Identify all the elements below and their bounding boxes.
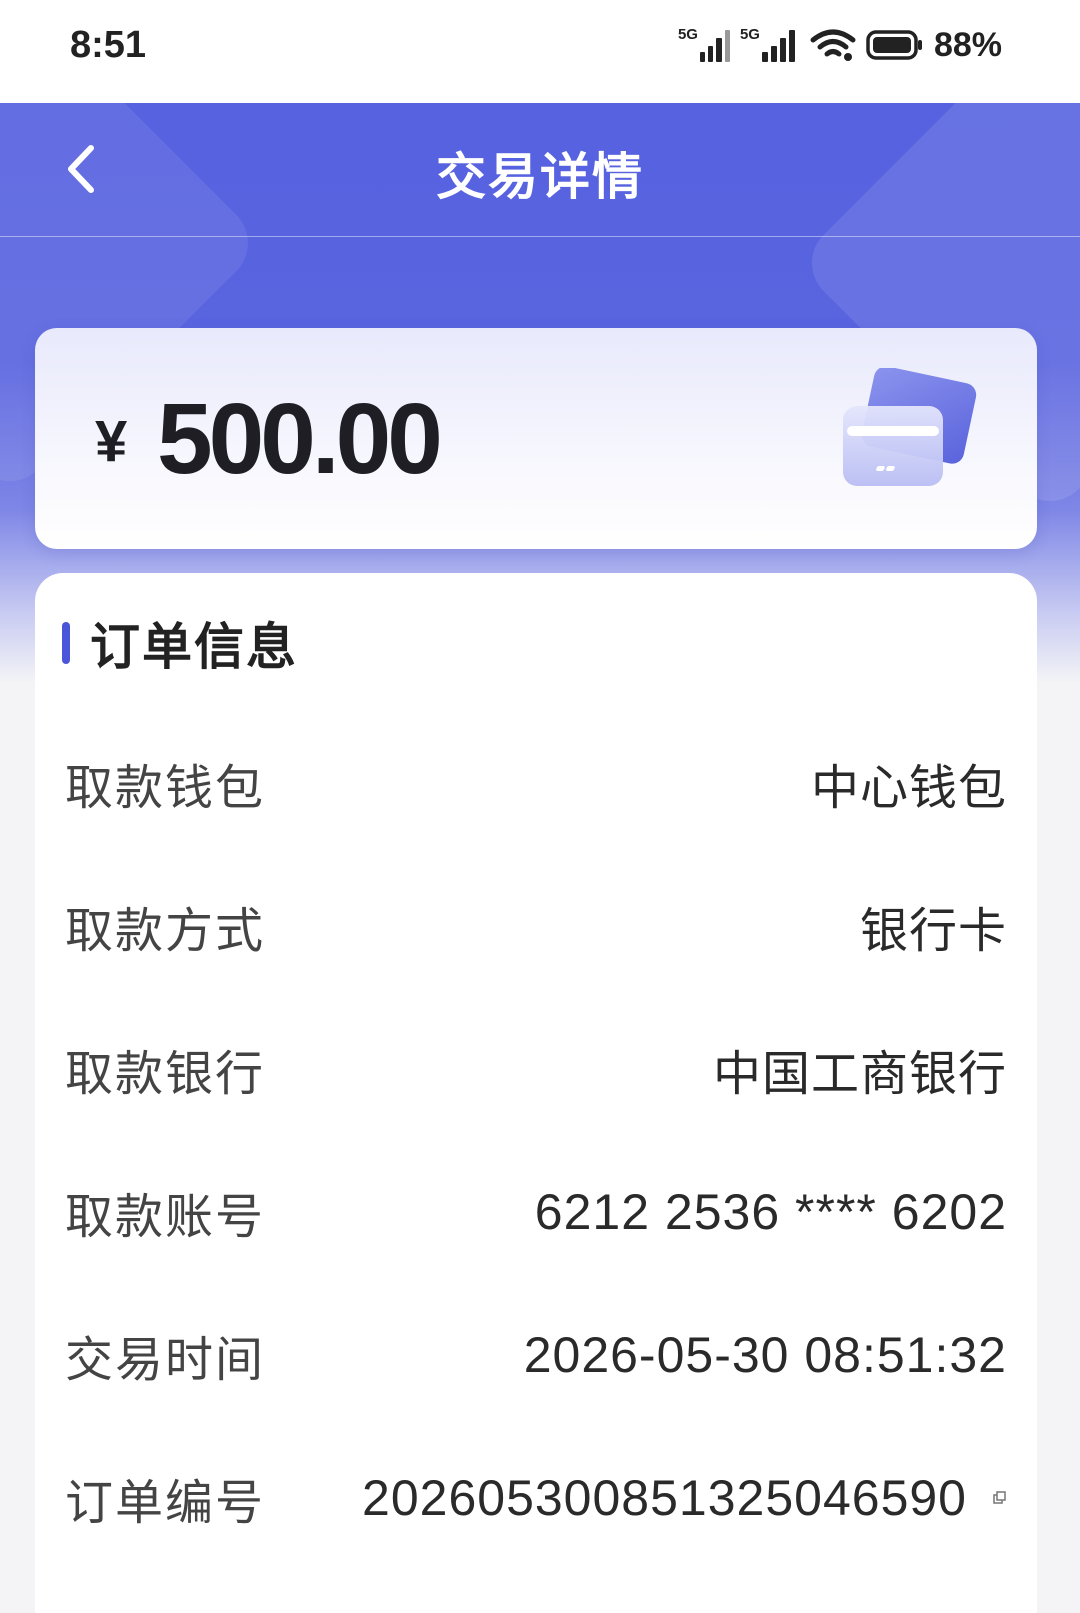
row-value: 中国工商银行 <box>712 1046 1007 1102</box>
row-value: 银行卡 <box>859 903 1007 959</box>
row-label: 取款银行 <box>65 1046 266 1102</box>
amount-card: ¥ 500.00 <box>35 328 1037 549</box>
nav-bar: 交易详情 <box>0 103 1080 237</box>
currency-symbol: ¥ <box>95 409 128 474</box>
row-method: 取款方式 银行卡 <box>65 886 1007 966</box>
row-wallet: 取款钱包 中心钱包 <box>65 743 1007 823</box>
signal-icon: 5G <box>739 26 800 62</box>
order-number-value: 20260530085132504659​0 <box>362 1470 967 1526</box>
battery-icon <box>866 30 922 60</box>
row-time: 交易时间 2026-05-30 08:51:32 <box>65 1315 1007 1395</box>
row-value: 6212 2536 **** 6202 <box>534 1184 1007 1240</box>
status-time: 8:51 <box>70 24 147 66</box>
row-label: 取款方式 <box>65 903 266 959</box>
network-type-label: 5G <box>739 26 760 43</box>
status-icons: 5G 5G 88% <box>678 22 1002 68</box>
row-bank: 取款银行 中国工商银行 <box>65 1029 1007 1109</box>
section-title: 订单信息 <box>90 618 298 676</box>
row-label: 交易时间 <box>65 1332 266 1388</box>
row-order-number: 订单编号 20260530085132504659​0 <box>65 1458 1007 1538</box>
order-info-panel: 订单信息 取款钱包 中心钱包 取款方式 银行卡 取款银行 中国工商银行 取款账号… <box>35 573 1037 1613</box>
section-accent-bar <box>62 622 70 664</box>
row-account: 取款账号 6212 2536 **** 6202 <box>65 1172 1007 1252</box>
wifi-icon <box>810 29 856 61</box>
copy-icon[interactable] <box>993 1491 1007 1505</box>
signal-icon: 5G <box>677 26 730 62</box>
battery-percent: 88% <box>933 25 1002 64</box>
row-label: 订单编号 <box>65 1475 266 1531</box>
bank-card-icon <box>843 368 977 486</box>
row-label: 取款钱包 <box>65 760 266 816</box>
section-header: 订单信息 <box>62 613 298 676</box>
page-title: 交易详情 <box>436 148 644 206</box>
row-label: 取款账号 <box>65 1189 266 1245</box>
status-bar: 8:51 5G 5G 88% <box>0 0 1080 103</box>
row-value: 2026-05-30 08:51:32 <box>523 1327 1007 1383</box>
network-type-label: 5G <box>677 26 698 43</box>
row-value: 中心钱包 <box>810 760 1007 816</box>
amount-value: 500.00 <box>157 383 443 495</box>
